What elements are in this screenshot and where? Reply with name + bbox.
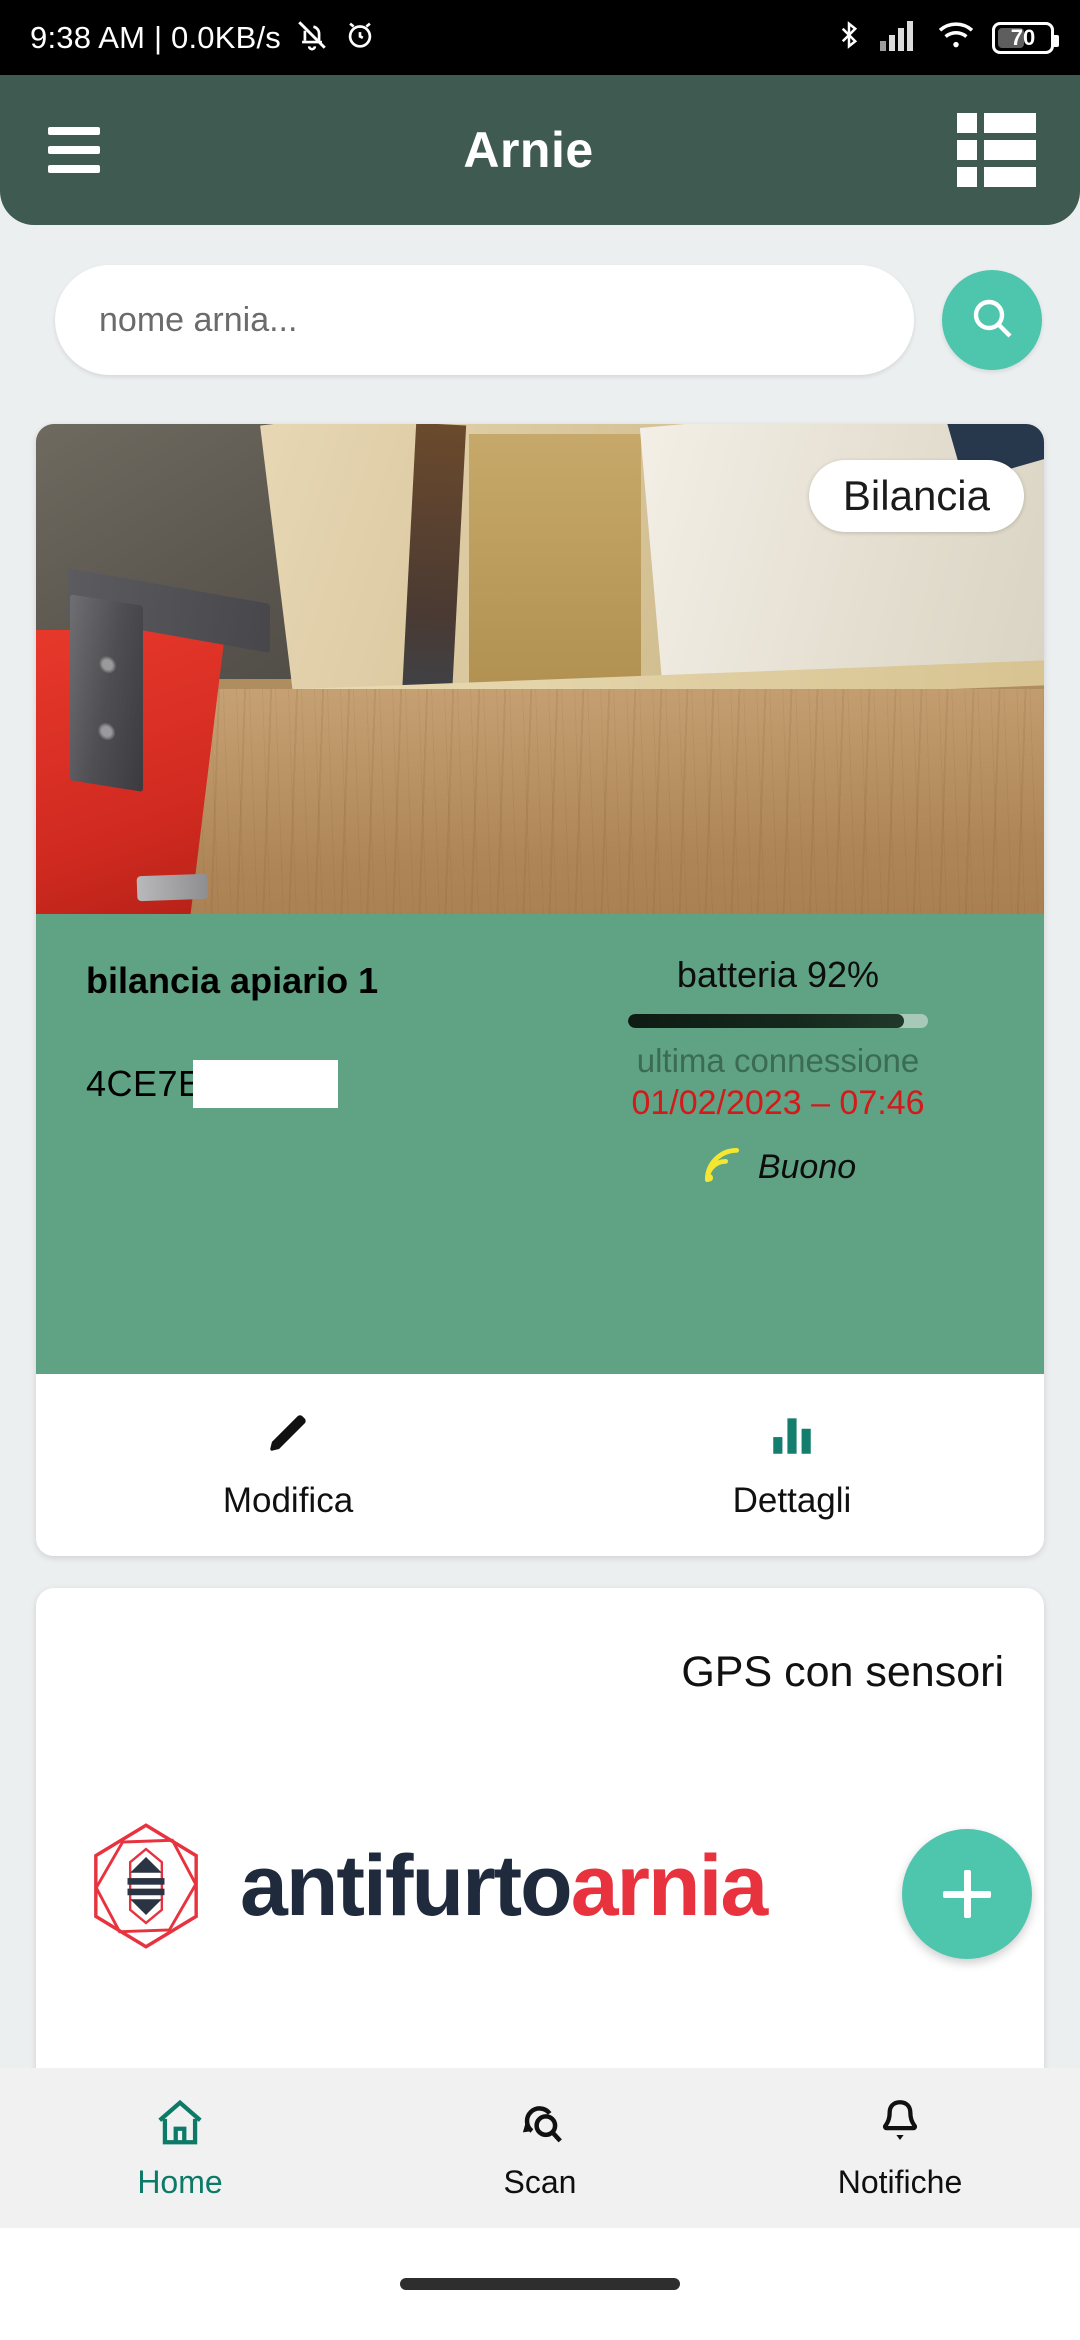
gps-card[interactable]: GPS con sensori antifurtoarnia <box>36 1588 1044 2128</box>
nav-item-notifiche-label: Notifiche <box>837 2164 963 2200</box>
hive-name: bilancia apiario 1 <box>86 960 379 1001</box>
scan-search-icon <box>513 2095 567 2154</box>
last-connection-label: ultima connessione <box>636 1042 920 1079</box>
nav-item-notifiche[interactable]: Notifiche <box>720 2068 1080 2228</box>
hive-info-right: batteria 92% ultima connessione 01/02/20… <box>540 914 1044 1374</box>
search-input[interactable]: nome arnia... <box>55 265 914 375</box>
wifi-icon <box>936 19 976 56</box>
brand-logo-text-primary: antifurto <box>240 1837 573 1934</box>
hive-card-actions: Modifica Dettagli <box>36 1374 1044 1556</box>
photo-metal-bracket-icon <box>70 594 143 793</box>
status-badge: Bilancia <box>808 460 1024 532</box>
bar-chart-icon <box>767 1410 817 1465</box>
photo-metal-clip-region <box>136 873 208 901</box>
signal-quality-row: Buono <box>700 1143 856 1192</box>
app-bar: Arnie <box>0 75 1080 225</box>
list-view-icon[interactable] <box>957 113 1036 187</box>
brand-logo-text: antifurtoarnia <box>240 1837 769 1936</box>
status-bar-right: 70 <box>834 18 1059 57</box>
photo-screw-icon <box>99 655 117 675</box>
gps-card-title: GPS con sensori <box>681 1648 1004 1696</box>
modifica-label: Modifica <box>222 1480 354 1520</box>
search-button[interactable] <box>942 270 1042 370</box>
bottom-navigation: Home Scan Notifiche <box>0 2068 1080 2228</box>
hive-info-left: bilancia apiario 1 4CE7E <box>36 914 540 1374</box>
gesture-bar[interactable] <box>400 2278 680 2290</box>
hamburger-menu-icon[interactable] <box>48 127 100 173</box>
bell-mute-icon <box>295 18 329 57</box>
modifica-button[interactable]: Modifica <box>36 1374 540 1556</box>
device-id-redaction-box <box>192 1060 338 1108</box>
bluetooth-icon <box>834 18 864 57</box>
status-bar: 9:38 AM | 0.0KB/s 70 <box>0 0 1080 75</box>
brand-logo: antifurtoarnia <box>80 1820 769 1952</box>
last-connection-value: 01/02/2023 – 07:46 <box>631 1084 925 1122</box>
hive-device-id-row: 4CE7E <box>86 1060 540 1108</box>
search-icon <box>968 294 1016 347</box>
search-input-placeholder: nome arnia... <box>99 300 298 339</box>
nav-item-home[interactable]: Home <box>0 2068 360 2228</box>
dettagli-button[interactable]: Dettagli <box>540 1374 1044 1556</box>
nav-item-scan-label: Scan <box>503 2164 577 2200</box>
dettagli-label: Dettagli <box>732 1480 852 1520</box>
photo-screw-icon <box>97 721 115 742</box>
status-bar-left: 9:38 AM | 0.0KB/s <box>30 18 377 57</box>
signal-waves-icon <box>700 1143 744 1192</box>
battery-progress-bar <box>628 1014 928 1028</box>
search-bar: nome arnia... <box>0 225 1080 415</box>
battery-indicator: 70 <box>992 21 1059 54</box>
alarm-clock-icon <box>343 18 377 57</box>
status-clock: 9:38 AM | 0.0KB/s <box>30 19 281 55</box>
hive-card[interactable]: Bilancia bilancia apiario 1 4CE7E batter… <box>36 424 1044 1556</box>
home-icon <box>153 2095 207 2154</box>
battery-progress-fill <box>628 1014 904 1028</box>
gesture-area <box>0 2228 1080 2340</box>
antifurtoarnia-hexagon-logo-icon <box>80 1820 212 1952</box>
cellular-signal-icon <box>880 19 920 56</box>
battery-label: batteria 92% <box>676 954 880 995</box>
add-hive-fab[interactable] <box>902 1829 1032 1959</box>
signal-quality-text: Buono <box>757 1148 857 1186</box>
pencil-icon <box>263 1410 313 1465</box>
hive-info-panel: bilancia apiario 1 4CE7E batteria 92% ul… <box>36 914 1044 1374</box>
nav-item-scan[interactable]: Scan <box>360 2068 720 2228</box>
battery-level-text: 70 <box>1010 24 1036 50</box>
page-title: Arnie <box>463 122 594 178</box>
bell-icon <box>873 2095 927 2154</box>
nav-item-home-label: Home <box>137 2164 223 2200</box>
hive-device-id: 4CE7E <box>86 1063 203 1104</box>
photo-inner-box-region <box>469 433 641 709</box>
hive-photo[interactable]: Bilancia <box>36 424 1044 914</box>
brand-logo-text-secondary: arnia <box>570 1837 769 1934</box>
